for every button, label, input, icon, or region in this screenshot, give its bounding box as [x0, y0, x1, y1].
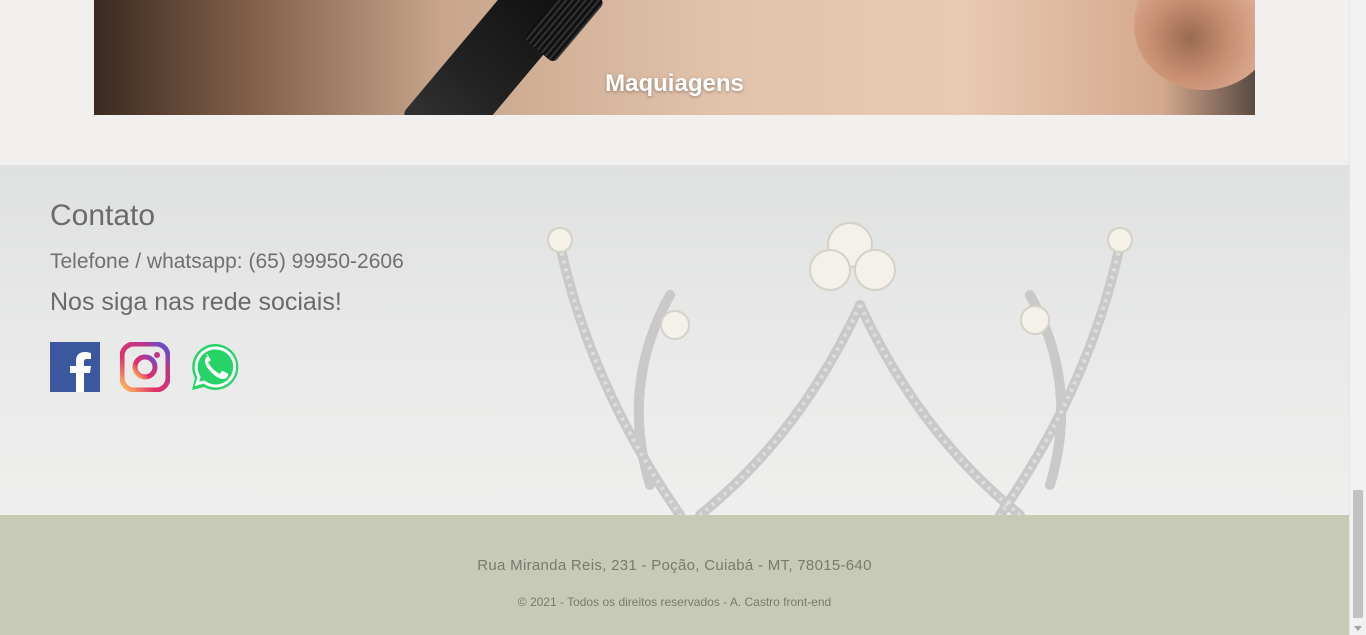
- whatsapp-icon: [192, 343, 239, 390]
- vertical-scrollbar[interactable]: [1349, 0, 1366, 635]
- banner-title[interactable]: Maquiagens: [94, 70, 1255, 98]
- contact-title: Contato: [50, 199, 156, 232]
- facebook-icon: [50, 342, 100, 392]
- social-follow-text: Nos siga nas rede sociais!: [50, 288, 342, 316]
- crown-background-image: [547, 222, 1133, 515]
- instagram-link[interactable]: [120, 342, 170, 392]
- footer-copyright: © 2021 - Todos os direitos reservados - …: [517, 595, 832, 609]
- scrollbar-thumb[interactable]: [1353, 490, 1363, 618]
- maquiagens-banner[interactable]: Maquiagens: [94, 0, 1255, 115]
- facebook-link[interactable]: [50, 342, 100, 392]
- contact-section: Contato Telefone / whatsapp: (65) 99950-…: [0, 165, 1349, 515]
- scroll-down-arrow-icon[interactable]: [1354, 626, 1362, 631]
- footer: Rua Miranda Reis, 231 - Poção, Cuiabá - …: [0, 515, 1349, 635]
- instagram-icon: [120, 342, 170, 392]
- contact-phone: Telefone / whatsapp: (65) 99950-2606: [50, 250, 404, 273]
- whatsapp-link[interactable]: [190, 342, 240, 392]
- footer-address: Rua Miranda Reis, 231 - Poção, Cuiabá - …: [477, 557, 872, 574]
